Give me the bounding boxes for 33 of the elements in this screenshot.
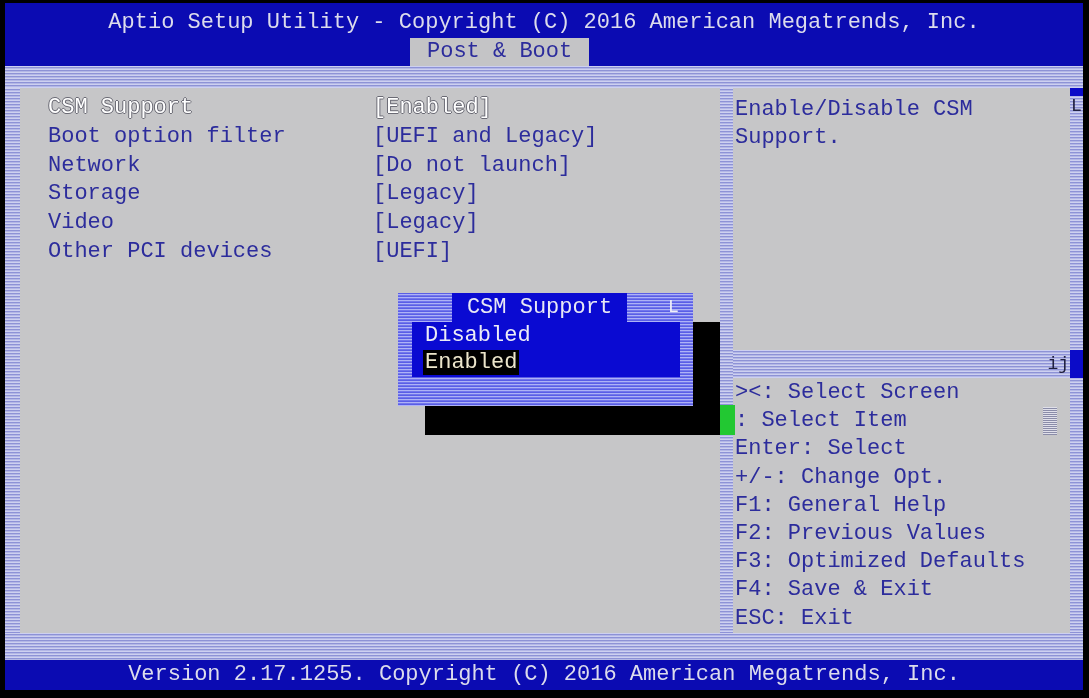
- key-hint: F2: Previous Values: [735, 520, 986, 548]
- key-hint: +/-: Change Opt.: [735, 463, 947, 492]
- key-hint: : Select Item: [735, 407, 907, 436]
- frame-glyph: L: [1071, 96, 1082, 116]
- setting-value[interactable]: [UEFI and Legacy]: [373, 122, 598, 152]
- key-hint: ><: Select Screen: [735, 379, 960, 407]
- popup-title: CSM Support: [452, 293, 627, 322]
- key-hint: F1: General Help: [735, 491, 947, 520]
- window-title: Aptio Setup Utility - Copyright (C) 2016 American Megatrends, Inc.: [108, 9, 980, 35]
- version-text: Version 2.17.1255. Copyright (C) 2016 American Megatrends, Inc.: [128, 663, 960, 687]
- key-hint: ESC: Exit: [735, 604, 854, 633]
- key-hint: F4: Save & Exit: [735, 576, 934, 605]
- setting-label[interactable]: Video: [48, 209, 114, 238]
- setting-label[interactable]: Boot option filter: [48, 122, 286, 152]
- setting-value[interactable]: [Legacy]: [373, 180, 479, 210]
- scroll-block-icon: [1070, 350, 1083, 378]
- setting-value[interactable]: [Legacy]: [373, 209, 479, 238]
- setting-label[interactable]: Storage: [48, 180, 141, 210]
- help-text: Enable/Disable CSM Support.: [735, 96, 974, 152]
- key-hint: F3: Optimized Defaults: [735, 548, 1026, 577]
- setting-label[interactable]: Other PCI devices: [48, 238, 273, 267]
- popup-option[interactable]: Disabled: [423, 323, 533, 348]
- setting-value[interactable]: [Do not launch]: [373, 151, 572, 181]
- cursor-block-icon: [720, 405, 735, 435]
- key-hint: Enter: Select: [735, 435, 907, 464]
- setting-label[interactable]: Network: [48, 151, 141, 181]
- scrollbar-thumb[interactable]: [1043, 407, 1057, 435]
- section-tab[interactable]: Post & Boot: [410, 38, 590, 66]
- frame-glyph: L: [668, 296, 679, 319]
- popup-option[interactable]: Enabled: [423, 350, 520, 375]
- frame-glyph: ij: [1047, 354, 1070, 374]
- scroll-block-icon: [1070, 88, 1083, 96]
- setting-value[interactable]: [UEFI]: [373, 238, 453, 267]
